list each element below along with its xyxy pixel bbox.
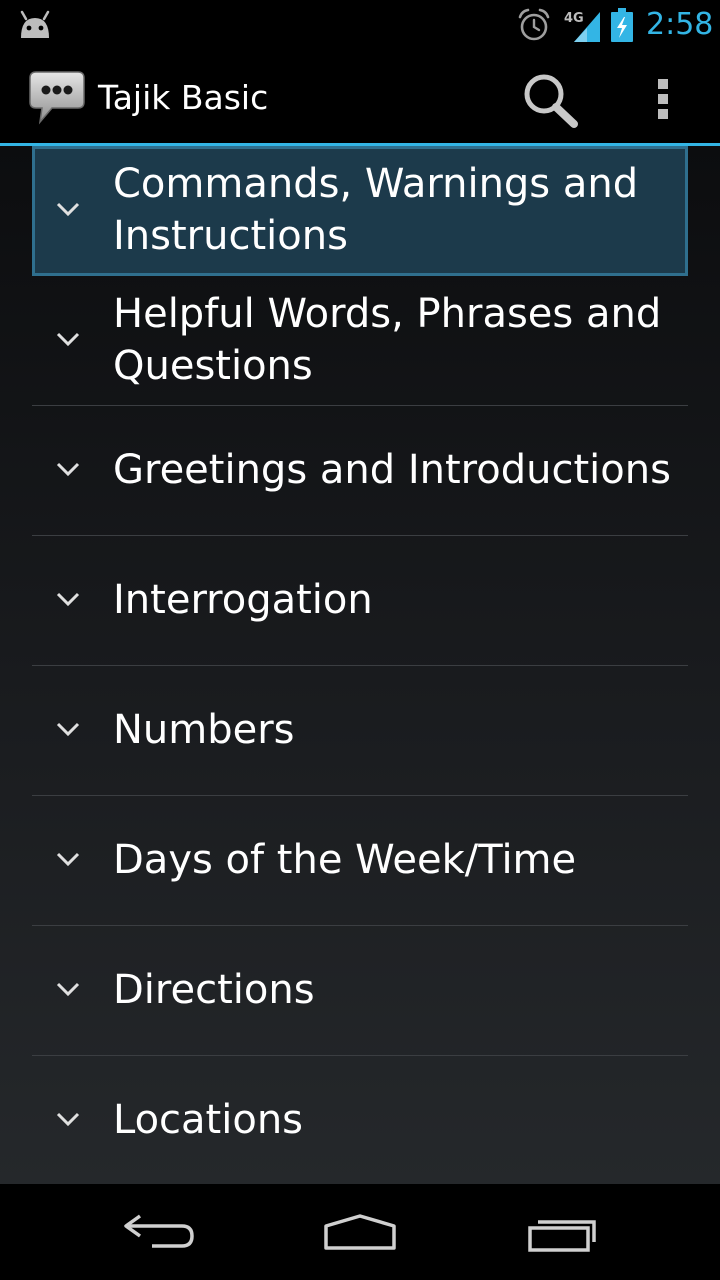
chevron-down-icon (56, 982, 80, 997)
list-item[interactable]: Days of the Week/Time (32, 796, 688, 926)
back-icon[interactable] (100, 1200, 220, 1264)
category-list: Commands, Warnings and Instructions Help… (0, 146, 720, 1184)
list-item[interactable]: Commands, Warnings and Instructions (32, 146, 688, 276)
list-item-label: Commands, Warnings and Instructions (113, 161, 639, 259)
search-icon[interactable] (518, 68, 584, 130)
battery-charging-icon (611, 8, 633, 42)
clock: 2:58 (646, 7, 714, 42)
list-item-label: Helpful Words, Phrases and Questions (113, 291, 662, 389)
app-title: Tajik Basic (98, 78, 269, 117)
alarm-icon (518, 8, 550, 41)
status-bar: 4G 2:58 (0, 0, 720, 50)
list-item[interactable]: Helpful Words, Phrases and Questions (32, 276, 688, 406)
overflow-menu-icon[interactable] (644, 74, 682, 124)
list-item[interactable]: Numbers (32, 666, 688, 796)
chevron-down-icon (56, 332, 80, 347)
chevron-down-icon (56, 462, 80, 477)
signal-icon: 4G (560, 8, 602, 42)
list-item[interactable]: Greetings and Introductions (32, 406, 688, 536)
network-type-label: 4G (564, 11, 584, 26)
list-item-label: Directions (113, 967, 315, 1013)
list-item[interactable]: Interrogation (32, 536, 688, 666)
chevron-down-icon (56, 852, 80, 867)
chevron-down-icon (56, 1112, 80, 1127)
android-icon (20, 10, 50, 38)
list-item-label: Greetings and Introductions (113, 447, 671, 493)
home-icon[interactable] (300, 1200, 420, 1264)
screen: 4G 2:58 Tajik Basic Commands, Warnings a… (0, 0, 720, 1280)
list-item[interactable]: Locations (32, 1056, 688, 1184)
list-item-label: Locations (113, 1097, 304, 1143)
chevron-down-icon (56, 722, 80, 737)
navigation-bar (0, 1184, 720, 1280)
list-item[interactable]: Directions (32, 926, 688, 1056)
list-item-label: Interrogation (113, 577, 373, 623)
action-bar: Tajik Basic (0, 50, 720, 146)
recent-apps-icon[interactable] (502, 1200, 622, 1264)
chevron-down-icon (56, 592, 80, 607)
chat-bubble-icon (29, 71, 85, 125)
list-item-label: Numbers (113, 707, 295, 753)
chevron-down-icon (56, 202, 80, 217)
list-item-label: Days of the Week/Time (113, 837, 577, 883)
